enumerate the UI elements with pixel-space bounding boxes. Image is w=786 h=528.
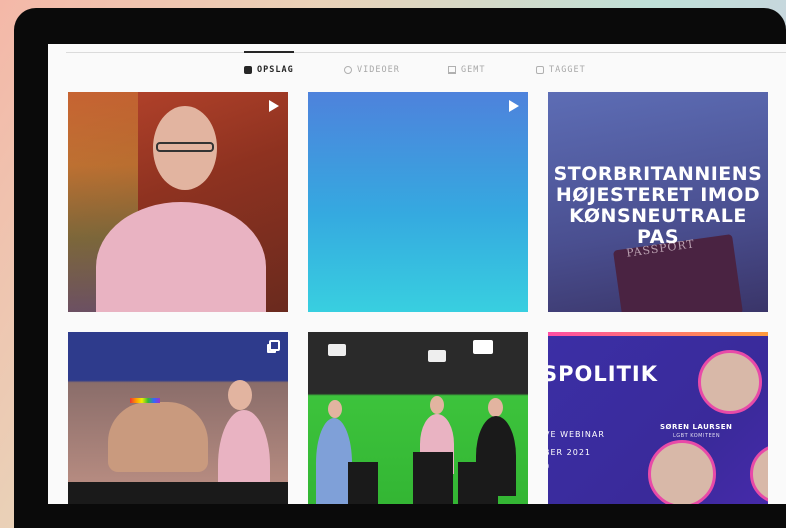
tab-gemt[interactable]: GEMT <box>448 52 485 88</box>
post-green-studio[interactable] <box>308 332 528 504</box>
studio-desk <box>68 482 288 504</box>
rainbow-bracelet <box>130 398 160 403</box>
profile-screen: OPSLAG VIDEOER GEMT TAGGET PASSPORT STOR… <box>48 44 786 504</box>
person-head <box>488 398 503 417</box>
webinar-subtitle: VE WEBINAR <box>548 430 605 439</box>
person-head <box>328 400 342 418</box>
carousel-icon <box>269 340 280 351</box>
tab-label: TAGGET <box>549 65 586 75</box>
post-video-gradient[interactable] <box>308 92 528 312</box>
webinar-time: 0 <box>548 462 550 471</box>
person-head <box>430 396 444 414</box>
tab-videoer[interactable]: VIDEOER <box>344 52 400 88</box>
accent-stripe <box>548 332 768 336</box>
tab-label: GEMT <box>461 65 486 75</box>
studio-desk <box>413 452 453 504</box>
studio-desk <box>348 462 378 504</box>
speaker-avatar <box>698 350 762 414</box>
post-headline: STORBRITANNIENS HØJESTERET IMOD KØNSNEUT… <box>553 163 763 248</box>
video-icon <box>344 66 352 74</box>
speaker-name: SØREN LAURSEN <box>660 423 733 431</box>
post-webinar-promo[interactable]: SPOLITIK VE WEBINAR BER 2021 0 SØREN LAU… <box>548 332 768 504</box>
person-torso <box>316 418 352 504</box>
speaker-avatar <box>648 440 716 504</box>
studio-light <box>473 340 493 354</box>
post-video-interview[interactable] <box>68 92 288 312</box>
post-passport-headline[interactable]: PASSPORT STORBRITANNIENS HØJESTERET IMOD… <box>548 92 768 312</box>
post-carousel-hands[interactable] <box>68 332 288 504</box>
tab-label: OPSLAG <box>257 65 294 75</box>
profile-tabs: OPSLAG VIDEOER GEMT TAGGET <box>48 51 786 88</box>
speaker-avatar <box>750 444 768 504</box>
webinar-heading: SPOLITIK <box>548 362 658 386</box>
webinar-date: BER 2021 <box>548 448 592 457</box>
grid-icon <box>244 66 252 74</box>
hands-image <box>108 402 208 472</box>
video-icon <box>269 100 279 112</box>
tab-tagget[interactable]: TAGGET <box>536 52 586 88</box>
bookmark-icon <box>448 66 456 74</box>
studio-light <box>328 344 346 356</box>
tag-icon <box>536 66 544 74</box>
tablet-frame: OPSLAG VIDEOER GEMT TAGGET PASSPORT STOR… <box>14 8 786 528</box>
studio-desk <box>458 462 498 504</box>
glasses <box>156 142 214 152</box>
speaker-role: LGBT KOMITEEN <box>673 433 721 439</box>
studio-light <box>428 350 446 362</box>
tab-opslag[interactable]: OPSLAG <box>244 51 294 88</box>
video-icon <box>509 100 519 112</box>
person-head <box>228 380 252 410</box>
tab-label: VIDEOER <box>357 65 400 75</box>
